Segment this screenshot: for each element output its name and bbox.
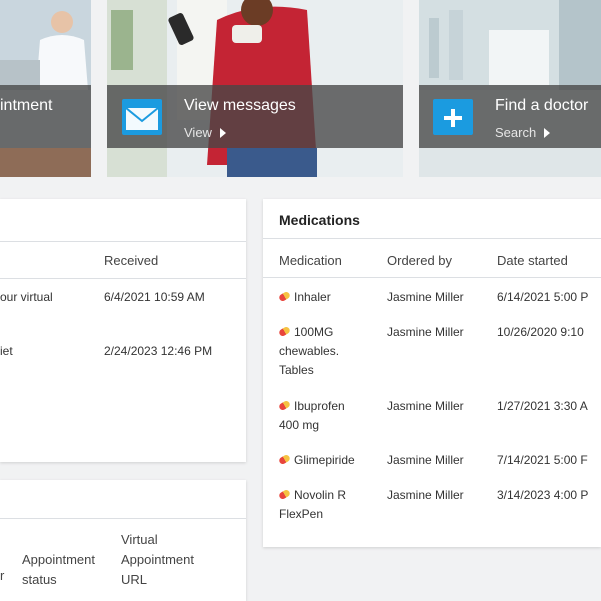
message-received: 2/24/2023 12:46 PM xyxy=(104,344,213,358)
medication-name[interactable]: Inhaler xyxy=(277,288,379,307)
medication-name[interactable]: Ibuprofen 400 mg xyxy=(277,397,379,435)
column-header-medication[interactable]: Medication xyxy=(279,253,342,268)
pill-icon xyxy=(277,399,292,412)
medication-name-line: 400 mg xyxy=(279,418,320,432)
tile-title: intment xyxy=(0,97,53,114)
medication-name[interactable]: 100MG chewables. Tables xyxy=(277,323,379,380)
message-received: 6/4/2021 10:59 AM xyxy=(104,290,205,304)
medical-kit-icon xyxy=(433,99,473,135)
medication-ordered-by: Jasmine Miller xyxy=(387,290,464,304)
medication-name-text: Inhaler xyxy=(294,290,331,304)
tile-link-view[interactable]: View xyxy=(184,125,226,140)
medication-name-text: Novolin R xyxy=(294,488,347,502)
medication-ordered-by: Jasmine Miller xyxy=(387,399,464,413)
medication-name-line: chewables. xyxy=(279,344,340,358)
medication-name[interactable]: Novolin R FlexPen xyxy=(277,486,379,524)
medication-ordered-by: Jasmine Miller xyxy=(387,453,464,467)
divider xyxy=(263,238,601,239)
message-subject[interactable]: iet xyxy=(0,342,13,361)
tile-link-label: Search xyxy=(495,125,537,140)
tile-link-search[interactable]: Search xyxy=(495,125,551,140)
tile-title: Find a doctor xyxy=(495,97,589,114)
tile-view-messages[interactable]: View messages View xyxy=(107,0,403,177)
messages-card: Received our virtual 6/4/2021 10:59 AM i… xyxy=(0,199,246,462)
appointments-card: r Appointment status Virtual Appointment… xyxy=(0,480,246,601)
header-line: Appointment xyxy=(121,552,194,567)
header-line: URL xyxy=(121,572,148,587)
header-line: Virtual xyxy=(121,532,158,547)
tile-overlay xyxy=(0,85,91,148)
pill-icon xyxy=(277,325,292,338)
tile-title: View messages xyxy=(184,97,296,114)
pill-icon xyxy=(277,488,292,501)
column-header-date-started[interactable]: Date started xyxy=(497,253,568,268)
envelope-icon xyxy=(122,99,162,135)
tile-link-label: View xyxy=(184,125,212,140)
medication-name-text: 100MG xyxy=(294,325,334,339)
medication-date-started: 7/14/2021 5:00 F xyxy=(497,453,588,467)
tile-schedule-appointment[interactable]: intment xyxy=(0,0,91,177)
message-subject[interactable]: our virtual xyxy=(0,288,53,307)
divider xyxy=(263,277,601,278)
medication-name[interactable]: Glimepiride xyxy=(277,451,379,470)
column-header-virtual-url[interactable]: Virtual Appointment URL xyxy=(121,530,194,590)
medications-card: Medications Medication Ordered by Date s… xyxy=(263,199,601,547)
column-header-appointment-status[interactable]: Appointment status xyxy=(22,550,114,590)
medication-name-text: Ibuprofen xyxy=(294,399,345,413)
column-header-received[interactable]: Received xyxy=(104,253,158,268)
tile-find-doctor[interactable]: Find a doctor Search xyxy=(419,0,601,177)
pill-icon xyxy=(277,290,292,303)
divider xyxy=(0,241,246,242)
medication-date-started: 1/27/2021 3:30 A xyxy=(497,399,588,413)
medication-ordered-by: Jasmine Miller xyxy=(387,488,464,502)
divider xyxy=(0,518,246,519)
medication-date-started: 6/14/2021 5:00 P xyxy=(497,290,589,304)
medication-ordered-by: Jasmine Miller xyxy=(387,325,464,339)
column-header-ordered-by[interactable]: Ordered by xyxy=(387,253,452,268)
divider xyxy=(0,278,246,279)
chevron-right-icon xyxy=(544,128,551,138)
column-header-partial[interactable]: r xyxy=(0,568,4,583)
medication-name-text: Glimepiride xyxy=(294,453,355,467)
medication-date-started: 10/26/2020 9:10 xyxy=(497,325,584,339)
medication-name-line: FlexPen xyxy=(279,507,324,521)
medications-title: Medications xyxy=(279,212,360,228)
pill-icon xyxy=(277,453,292,466)
medication-date-started: 3/14/2023 4:00 P xyxy=(497,488,589,502)
chevron-right-icon xyxy=(219,128,226,138)
medication-name-line: Tables xyxy=(279,363,314,377)
